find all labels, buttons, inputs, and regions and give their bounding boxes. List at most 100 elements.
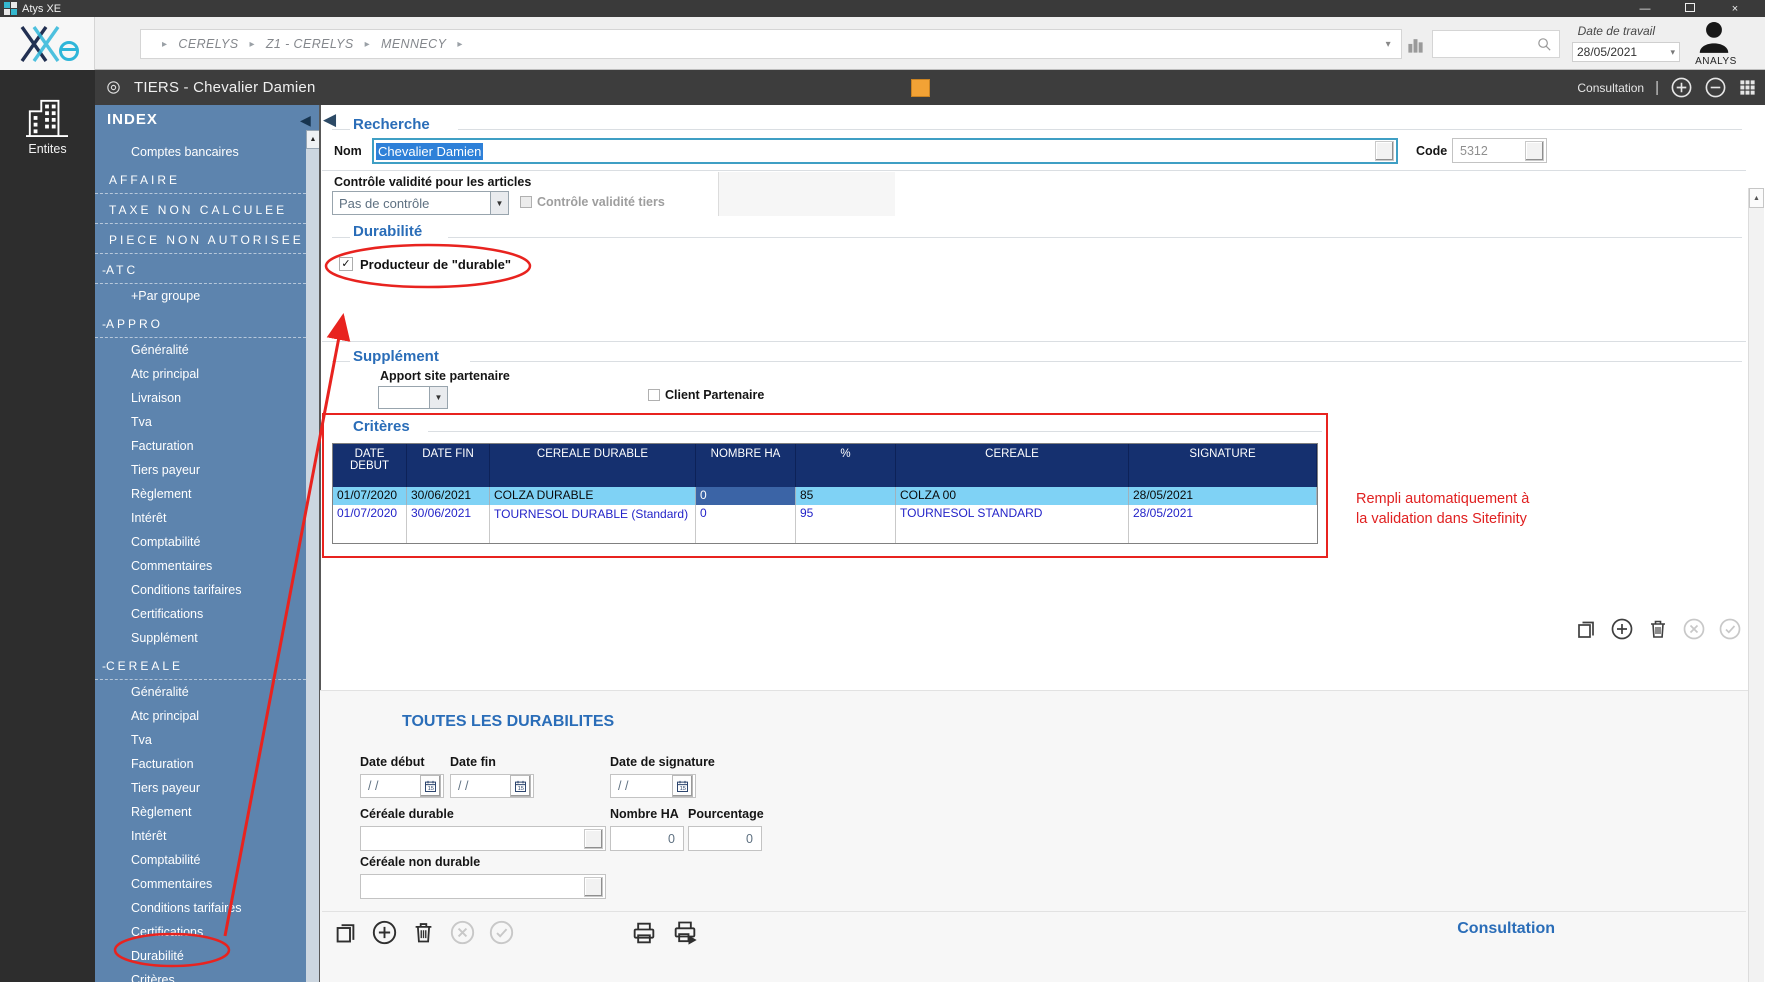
lookup-button[interactable] (584, 829, 603, 849)
delete-record-button[interactable] (410, 919, 437, 946)
duplicate-button[interactable] (1574, 617, 1598, 641)
sidebar-item-atc[interactable]: -ATC (95, 254, 306, 284)
close-button[interactable]: × (1720, 3, 1750, 15)
minimize-button[interactable]: — (1630, 3, 1660, 15)
entity-building-icon[interactable] (1406, 36, 1425, 55)
sidebar-item-ge-ne-ralite[interactable]: Généralité (95, 680, 306, 704)
sidebar-item-re-glement[interactable]: Règlement (95, 482, 306, 506)
add-record-button[interactable] (371, 919, 398, 946)
sidebar-item-inte-re-t[interactable]: Intérêt (95, 506, 306, 530)
add-button[interactable] (1670, 76, 1693, 99)
breadcrumb[interactable]: ▸ CERELYS ▸ Z1 - CERELYS ▸ MENNECY ▸ ▾ (140, 29, 1402, 59)
sidebar-item-par-groupe[interactable]: +Par groupe (95, 284, 306, 308)
cell-cereale-durable[interactable]: TOURNESOL DURABLE (Standard) (490, 505, 696, 543)
nom-field[interactable]: Chevalier Damien (372, 138, 1398, 164)
date-travail-select[interactable]: 28/05/2021 ▾ (1572, 42, 1680, 62)
print-button[interactable] (630, 919, 658, 947)
sidebar-item-tva[interactable]: Tva (95, 728, 306, 752)
main-collapse-icon[interactable]: ◀ (323, 110, 336, 130)
duplicate-record-button[interactable] (332, 919, 359, 946)
index-scrollbar[interactable]: ▲ (306, 130, 320, 982)
sidebar-item-facturation[interactable]: Facturation (95, 434, 306, 458)
lookup-button[interactable] (584, 877, 603, 897)
remove-button[interactable] (1704, 76, 1727, 99)
pourcentage-field[interactable]: 0 (688, 826, 762, 851)
sidebar-item-appro[interactable]: -APPRO (95, 308, 306, 338)
breadcrumb-item-mennecy[interactable]: MENNECY (381, 37, 446, 51)
add-row-button[interactable] (1610, 617, 1634, 641)
rail-item-entites[interactable]: Entites (0, 142, 95, 156)
sidebar-item-re-glement[interactable]: Règlement (95, 800, 306, 824)
cereale-durable-field[interactable] (360, 826, 606, 851)
nombre-ha-field[interactable]: 0 (610, 826, 684, 851)
user-avatar[interactable] (1694, 18, 1738, 56)
scroll-up-icon[interactable]: ▲ (306, 130, 320, 149)
sidebar-item-comptabilite[interactable]: Comptabilité (95, 530, 306, 554)
controle-validite-select[interactable]: Pas de contrôle ▼ (332, 191, 509, 215)
cell-date-fin[interactable]: 30/06/2021 (407, 505, 490, 543)
sidebar-item-ge-ne-ralite[interactable]: Généralité (95, 338, 306, 362)
sidebar-item-inte-re-t[interactable]: Intérêt (95, 824, 306, 848)
breadcrumb-item-z1-cerelys[interactable]: Z1 - CERELYS (266, 37, 354, 51)
sidebar-item-cereale[interactable]: -CEREALE (95, 650, 306, 680)
cell-cereale-durable[interactable]: COLZA DURABLE (490, 487, 696, 505)
sidebar-item-facturation[interactable]: Facturation (95, 752, 306, 776)
breadcrumb-item-cerelys[interactable]: CERELYS (178, 37, 238, 51)
search-input[interactable] (1433, 30, 1536, 58)
sidebar-item-conditions-tarifaires[interactable]: Conditions tarifaires (95, 578, 306, 602)
cell-date-fin[interactable]: 30/06/2021 (407, 487, 490, 505)
cell-pct[interactable]: 85 (796, 487, 896, 505)
sidebar-item-certifications[interactable]: Certifications (95, 920, 306, 944)
date-debut-field[interactable]: / / (360, 774, 444, 798)
controle-tiers-checkbox[interactable] (520, 196, 532, 208)
search-icon[interactable] (1536, 36, 1553, 53)
sidebar-item-conditions-tarifaires[interactable]: Conditions tarifaires (95, 896, 306, 920)
table-row[interactable]: 01/07/2020 30/06/2021 TOURNESOL DURABLE … (333, 505, 1317, 543)
cell-pct[interactable]: 95 (796, 505, 896, 543)
sidebar-item-commentaires[interactable]: Commentaires (95, 554, 306, 578)
breadcrumb-caret-icon[interactable]: ▾ (1386, 39, 1391, 50)
code-lookup-button[interactable] (1525, 141, 1544, 161)
sidebar-item-livraison[interactable]: Livraison (95, 386, 306, 410)
calendar-icon[interactable] (672, 775, 693, 797)
cell-signature[interactable]: 28/05/2021 (1129, 505, 1317, 543)
calendar-icon[interactable] (420, 775, 441, 797)
calendar-icon[interactable] (510, 775, 531, 797)
sidebar-item-taxe-non-calculee[interactable]: TAXE NON CALCULEE (95, 194, 306, 224)
sidebar-item-tiers-payeur[interactable]: Tiers payeur (95, 776, 306, 800)
cell-signature[interactable]: 28/05/2021 (1129, 487, 1317, 505)
cell-nombre-ha[interactable]: 0 (696, 505, 796, 543)
sidebar-item-comptes-bancaires[interactable]: Comptes bancaires (95, 140, 306, 164)
sidebar-item-piece-non-autorisee[interactable]: PIECE NON AUTORISEE (95, 224, 306, 254)
nom-lookup-button[interactable] (1375, 141, 1394, 161)
entites-icon[interactable] (24, 96, 70, 138)
cell-nombre-ha-selected[interactable]: 0 (696, 487, 796, 505)
sidebar-item-atc-principal[interactable]: Atc principal (95, 362, 306, 386)
client-partenaire-checkbox[interactable] (648, 389, 660, 401)
sidebar-item-certifications[interactable]: Certifications (95, 602, 306, 626)
table-row-selected[interactable]: 01/07/2020 30/06/2021 COLZA DURABLE 0 85… (333, 487, 1317, 505)
print-preview-button[interactable] (670, 919, 700, 947)
sidebar-item-commentaires[interactable]: Commentaires (95, 872, 306, 896)
cell-cereale[interactable]: COLZA 00 (896, 487, 1129, 505)
panel-collapse-icon[interactable]: ◀ (300, 112, 311, 129)
sidebar-item-crite-res[interactable]: Critères (95, 968, 306, 982)
sidebar-item-atc-principal[interactable]: Atc principal (95, 704, 306, 728)
scroll-up-icon[interactable]: ▲ (1749, 188, 1764, 208)
apport-site-select[interactable]: ▼ (378, 386, 448, 409)
sidebar-item-durabilite[interactable]: Durabilité (95, 944, 306, 968)
delete-row-button[interactable] (1646, 617, 1670, 641)
date-fin-field[interactable]: / / (450, 774, 534, 798)
sidebar-item-tva[interactable]: Tva (95, 410, 306, 434)
maximize-button[interactable] (1675, 3, 1705, 15)
date-signature-field[interactable]: / / (610, 774, 696, 798)
sidebar-item-supple-ment[interactable]: Supplément (95, 626, 306, 650)
cereale-non-durable-field[interactable] (360, 874, 606, 899)
cell-date-debut[interactable]: 01/07/2020 (333, 505, 407, 543)
cell-cereale[interactable]: TOURNESOL STANDARD (896, 505, 1129, 543)
producteur-durable-checkbox[interactable]: ✓ (339, 257, 353, 271)
sidebar-item-comptabilite[interactable]: Comptabilité (95, 848, 306, 872)
grid-menu-icon[interactable] (1738, 78, 1757, 97)
cell-date-debut[interactable]: 01/07/2020 (333, 487, 407, 505)
sidebar-item-affaire[interactable]: AFFAIRE (95, 164, 306, 194)
